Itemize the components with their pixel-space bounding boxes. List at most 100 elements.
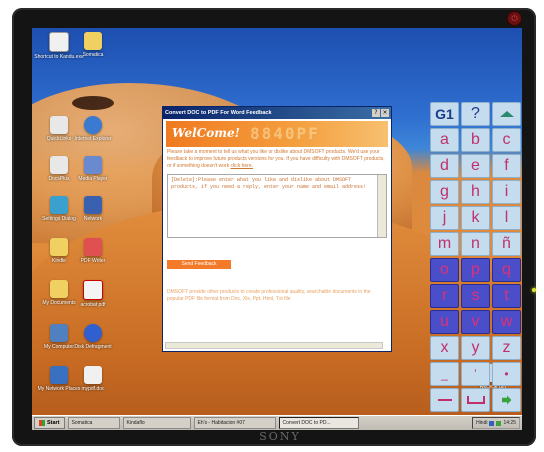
feedback-dialog: Convert DOC to PDF For Word Feedback ? ×… [162,106,392,352]
settings-icon [50,196,68,214]
key-q[interactable]: q [492,258,521,282]
feedback-scrollbar[interactable] [377,175,386,237]
desktop-icon-label: Media Player [78,176,108,182]
acrobat-icon [83,280,103,300]
key-l[interactable]: l [492,206,521,230]
key-j[interactable]: j [430,206,459,230]
key-y[interactable]: y [461,336,490,360]
desktop-icon-pdfdoc[interactable]: mypdf.doc [68,366,118,392]
start-button[interactable]: Start [34,417,65,429]
key-bullet[interactable]: • [492,362,521,386]
document-icon [50,116,68,134]
onscreen-keyboard: G1 ? a b c d e f g h i j k l m n ñ o p q… [430,102,521,424]
my-computer-icon [50,324,68,342]
key-g1[interactable]: G1 [430,102,459,126]
key-enye[interactable]: ñ [492,232,521,256]
key-apostrophe[interactable]: ʼ [461,362,490,386]
welcome-banner: 8840PF WelCome! [166,121,388,147]
key-i[interactable]: i [492,180,521,204]
desktop-icon-label: Internet Explorer [74,136,112,142]
key-underscore[interactable]: _ [430,362,459,386]
key-x[interactable]: x [430,336,459,360]
tray-language[interactable]: Hindi [476,418,487,428]
monitor-brand: SONY [259,430,301,443]
key-go[interactable] [492,388,521,412]
key-space[interactable] [461,388,490,412]
tray-network-icon[interactable] [489,420,495,426]
desktop-icon-ie[interactable]: Internet Explorer [68,116,118,142]
desktop-icon-label: PDF Writer [80,258,106,264]
backspace-icon [437,399,452,401]
folder-icon [50,238,68,256]
intro-paragraph: Please take a moment to tell us what you… [167,149,385,169]
desktop-icon-label: DocsPlus [48,176,70,182]
key-w[interactable]: w [492,310,521,334]
tray-volume-icon[interactable] [496,420,502,426]
desktop-icon-label: Network [83,216,103,222]
feedback-text: [Delete]:Please enter what you like and … [171,177,367,190]
desktop-screen: Shortcut to Kandu.exe Somatica QuickLink… [32,28,522,430]
key-g[interactable]: g [430,180,459,204]
go-arrow-icon [501,395,512,405]
taskbar-button[interactable]: Eh's - Habitacion #07 [193,417,276,429]
key-k[interactable]: k [461,206,490,230]
key-z[interactable]: z [492,336,521,360]
key-e[interactable]: e [461,154,490,178]
start-label: Start [47,420,60,426]
network-icon [84,196,102,214]
key-f[interactable]: f [492,154,521,178]
click-here-link[interactable]: click here. [231,163,254,169]
key-p[interactable]: p [461,258,490,282]
status-led [532,288,536,292]
taskbar: Start Somatica Kindaflo Eh's - Habitacio… [32,415,522,430]
key-o[interactable]: o [430,258,459,282]
desktop-icon-pdfwriter[interactable]: PDF Writer [68,238,118,264]
key-r[interactable]: r [430,284,459,308]
key-v[interactable]: v [461,310,490,334]
pdf-writer-icon [84,238,102,256]
shift-up-arrow-icon [499,111,514,117]
close-icon[interactable]: × [381,109,389,117]
system-tray: Hindi 14:25 [472,417,520,429]
desktop-icon-acrobat[interactable]: acrobat pdf [68,280,118,308]
power-button-icon[interactable]: ⏻ [507,11,522,26]
desktop-icon-somatica[interactable]: Somatica [68,32,118,58]
promo-text: DMSOFT provide other products to create … [167,289,371,302]
key-shift[interactable] [492,102,521,126]
taskbar-button-active[interactable]: Convert DOC to PD... [278,417,359,429]
folder-icon [84,32,102,50]
my-documents-icon [50,280,68,298]
taskbar-button[interactable]: Somatica [67,417,120,429]
desktop-icon-label: Somatica [82,52,104,58]
key-c[interactable]: c [492,128,521,152]
dialog-titlebar[interactable]: Convert DOC to PDF For Word Feedback ? × [163,107,391,119]
help-button[interactable]: ? [372,109,380,117]
key-backspace[interactable] [430,388,459,412]
key-s[interactable]: s [461,284,490,308]
desktop-icon-label: Kindle [52,258,66,264]
key-h[interactable]: h [461,180,490,204]
network-places-icon [50,366,68,384]
tray-clock[interactable]: 14:25 [503,418,516,428]
key-question[interactable]: ? [461,102,490,126]
key-b[interactable]: b [461,128,490,152]
desktop-icon-network[interactable]: Network [68,196,118,222]
windows-flag-icon [39,420,45,426]
disk-icon [84,324,102,342]
desktop-icon-disk[interactable]: Disk Defragment [68,324,118,350]
feedback-textarea[interactable]: [Delete]:Please enter what you like and … [167,174,387,238]
key-t[interactable]: t [492,284,521,308]
key-a[interactable]: a [430,128,459,152]
key-n[interactable]: n [461,232,490,256]
key-m[interactable]: m [430,232,459,256]
key-d[interactable]: d [430,154,459,178]
key-u[interactable]: u [430,310,459,334]
taskbar-button[interactable]: Kindaflo [122,417,191,429]
welcome-banner-graphic: 8840PF [250,124,320,143]
welcome-text: WelCome! [172,126,240,140]
document-icon [50,156,68,174]
send-feedback-button[interactable]: Send Feedback [167,260,231,269]
dialog-title: Convert DOC to PDF For Word Feedback [165,110,272,116]
desktop-icon-media[interactable]: Media Player [68,156,118,182]
horizontal-scrollbar[interactable] [165,342,383,349]
